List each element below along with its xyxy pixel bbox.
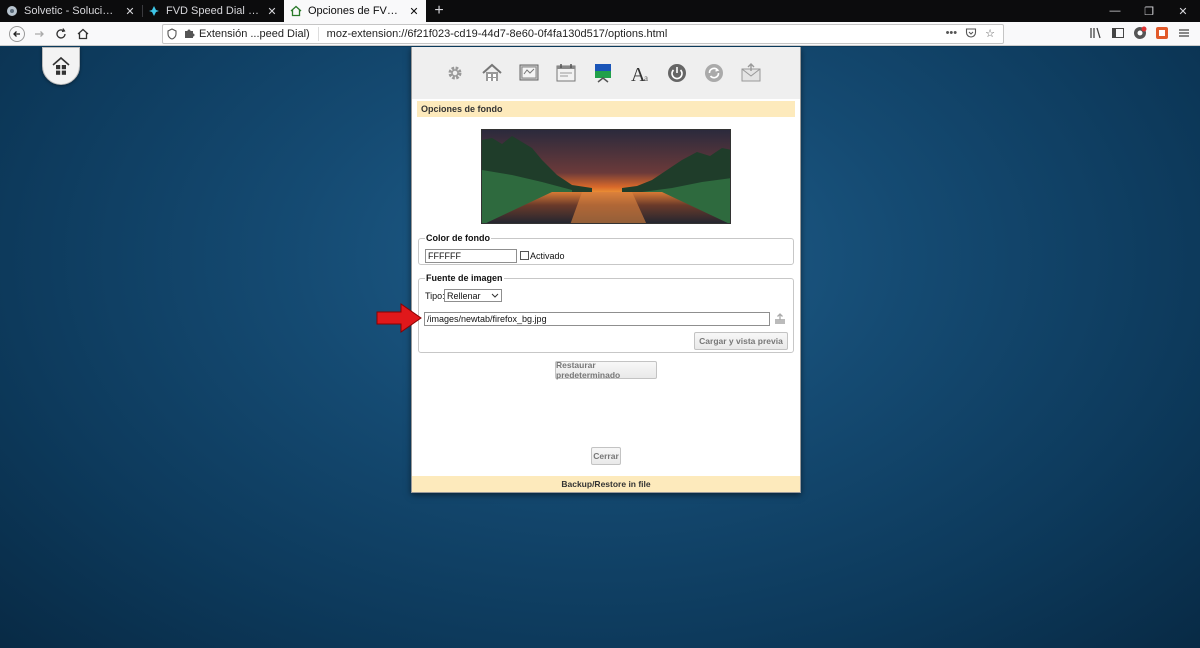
tab-opciones-fvd[interactable]: Opciones de FVD SpeedDial ✕ bbox=[284, 0, 426, 22]
backup-restore-bar[interactable]: Backup/Restore in file bbox=[412, 476, 800, 492]
sync-icon[interactable] bbox=[700, 59, 728, 87]
bookmark-star-icon[interactable]: ☆ bbox=[985, 27, 995, 42]
menu-icon[interactable] bbox=[1176, 25, 1192, 41]
image-source-group: Fuente de imagen Tipo: Rellenar /images/… bbox=[418, 273, 794, 353]
activated-label: Activado bbox=[530, 251, 565, 261]
tab-bar: Solvetic - Solución a los proble ✕ FVD S… bbox=[0, 0, 1200, 22]
page-actions: ••• ☆ bbox=[946, 27, 1003, 42]
options-toolbar: Aa bbox=[412, 47, 800, 99]
type-select[interactable]: Rellenar bbox=[444, 289, 502, 302]
type-label: Tipo: bbox=[425, 291, 445, 301]
reload-icon[interactable] bbox=[50, 23, 72, 45]
speed-dial-extension-icon[interactable] bbox=[1154, 25, 1170, 41]
toolbar-right bbox=[1088, 25, 1192, 41]
close-tab-icon[interactable]: ✕ bbox=[124, 5, 136, 18]
background-preview-image bbox=[481, 129, 731, 224]
page-actions-menu-icon[interactable]: ••• bbox=[946, 27, 958, 42]
options-dialog: Aa Opciones de fondo Color de fondo FFFF… bbox=[411, 47, 801, 493]
power-icon[interactable] bbox=[663, 59, 691, 87]
page-background: Aa Opciones de fondo Color de fondo FFFF… bbox=[0, 47, 1200, 648]
image-source-legend: Fuente de imagen bbox=[426, 273, 503, 283]
section-title: Opciones de fondo bbox=[417, 101, 795, 117]
fvd-favicon-icon bbox=[148, 5, 160, 17]
gear-icon[interactable] bbox=[441, 59, 469, 87]
tab-title: FVD Speed Dial with Full Onlin bbox=[166, 5, 260, 17]
home-grid-icon bbox=[52, 56, 70, 75]
maximize-icon[interactable]: ❐ bbox=[1132, 0, 1166, 22]
calendar-icon[interactable] bbox=[552, 59, 580, 87]
display-icon[interactable] bbox=[515, 59, 543, 87]
info-icon[interactable] bbox=[163, 28, 181, 40]
tab-title: Solvetic - Solución a los proble bbox=[24, 5, 118, 17]
font-icon[interactable]: Aa bbox=[626, 59, 654, 87]
address-bar[interactable]: Extensión ...peed Dial) moz-extension://… bbox=[162, 24, 1004, 44]
image-path-input[interactable]: /images/newtab/firefox_bg.jpg bbox=[424, 312, 770, 326]
red-arrow-annotation bbox=[376, 303, 422, 333]
type-select-value: Rellenar bbox=[447, 290, 481, 301]
back-icon[interactable] bbox=[6, 23, 28, 45]
home-favicon-icon bbox=[290, 5, 302, 17]
svg-text:a: a bbox=[644, 73, 648, 83]
close-tab-icon[interactable]: ✕ bbox=[266, 5, 278, 18]
puzzle-icon bbox=[183, 27, 195, 42]
new-tab-button[interactable]: + bbox=[426, 0, 452, 22]
restore-default-button[interactable]: Restaurar predeterminado bbox=[555, 360, 657, 380]
library-icon[interactable] bbox=[1088, 25, 1104, 41]
tab-title: Opciones de FVD SpeedDial bbox=[308, 5, 402, 17]
home-icon[interactable] bbox=[478, 59, 506, 87]
activated-checkbox[interactable] bbox=[520, 251, 529, 260]
minimize-icon[interactable]: — bbox=[1098, 0, 1132, 22]
extension-identity[interactable]: Extensión ...peed Dial) bbox=[181, 27, 319, 41]
home-icon[interactable] bbox=[72, 23, 94, 45]
solvetic-favicon-icon bbox=[6, 5, 18, 17]
forward-icon[interactable] bbox=[28, 23, 50, 45]
color-legend: Color de fondo bbox=[426, 233, 490, 243]
background-color-group: Color de fondo FFFFFF Activado bbox=[418, 233, 794, 265]
url-text[interactable]: moz-extension://6f21f023-cd19-44d7-8e60-… bbox=[319, 28, 946, 40]
navigation-bar: Extensión ...peed Dial) moz-extension://… bbox=[0, 22, 1200, 46]
close-window-icon[interactable]: ✕ bbox=[1166, 0, 1200, 22]
close-button[interactable]: Cerrar bbox=[591, 447, 621, 465]
tab-solvetic[interactable]: Solvetic - Solución a los proble ✕ bbox=[0, 0, 142, 22]
mail-icon[interactable] bbox=[737, 59, 765, 87]
sidebar-icon[interactable] bbox=[1110, 25, 1126, 41]
color-input[interactable]: FFFFFF bbox=[425, 249, 517, 263]
chevron-down-icon bbox=[491, 291, 499, 301]
tab-fvd-speed-dial[interactable]: FVD Speed Dial with Full Onlin ✕ bbox=[142, 0, 284, 22]
close-tab-icon[interactable]: ✕ bbox=[408, 5, 420, 18]
window-controls: — ❐ ✕ bbox=[1098, 0, 1200, 22]
load-preview-button[interactable]: Cargar y vista previa bbox=[694, 332, 788, 350]
browse-file-icon[interactable] bbox=[774, 313, 786, 328]
extension-name: Extensión ...peed Dial) bbox=[199, 28, 310, 40]
pocket-icon[interactable] bbox=[965, 27, 977, 42]
extension-badge-icon[interactable] bbox=[1132, 25, 1148, 41]
background-icon[interactable] bbox=[589, 59, 617, 87]
speed-dial-home-button[interactable] bbox=[42, 47, 80, 85]
